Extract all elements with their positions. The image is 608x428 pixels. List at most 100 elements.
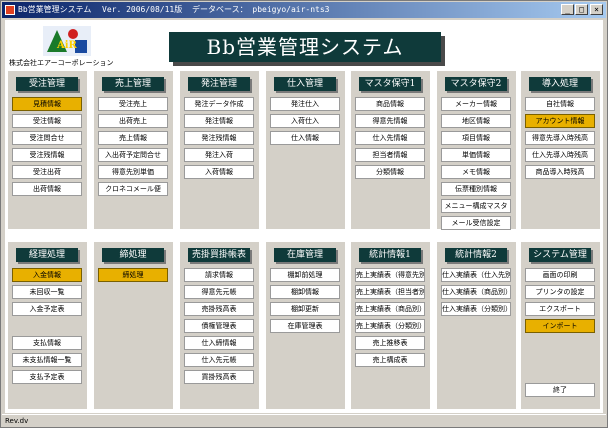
menu-button[interactable]: 入金予定表 [12, 302, 82, 316]
menu-button[interactable]: 仕入実績表（仕入先別） [441, 268, 511, 282]
app-icon[interactable] [5, 5, 15, 15]
database-label: データベース： pbeigyo/air-nts3 [192, 5, 330, 14]
panel-heading: 統計情報1 [359, 248, 421, 262]
menu-button[interactable]: メール受信設定 [441, 216, 511, 230]
menu-button[interactable]: 入金情報 [12, 268, 82, 282]
panel-heading: 経理処理 [16, 248, 78, 262]
panel-bottom-3: 在庫管理棚卸前処理棚卸情報棚卸更新在庫管理表 [266, 242, 345, 409]
menu-button[interactable]: 仕入先導入時残高 [525, 148, 595, 162]
menu-button[interactable]: 項目情報 [441, 131, 511, 145]
menu-button[interactable]: プリンタの設定 [525, 285, 595, 299]
menu-button[interactable]: 発注情報 [184, 114, 254, 128]
menu-button[interactable]: 買掛残高表 [184, 370, 254, 384]
menu-button[interactable]: アカウント情報 [525, 114, 595, 128]
menu-button[interactable]: 受注出荷 [12, 165, 82, 179]
menu-button[interactable]: 債権管理表 [184, 319, 254, 333]
panel-bottom-4: 統計情報1 売上実績表（得意先別） 売上実績表（担当者別） 売上実績表（商品別） 売上実… [351, 242, 430, 409]
title-bar[interactable]: Bb営業管理システム Ver. 2006/08/11版 データベース： pbei… [2, 2, 606, 18]
menu-button[interactable]: 売上推移表 [355, 336, 425, 350]
menu-button[interactable]: 仕入締情報 [184, 336, 254, 350]
menu-button[interactable]: 単価情報 [441, 148, 511, 162]
company-logo-icon: AiR [43, 26, 91, 56]
panel-heading: 売掛買掛帳表 [188, 248, 250, 262]
menu-button[interactable]: 伝票種別情報 [441, 182, 511, 196]
client-area: AiR 株式会社エアーコーポレーション Bb営業管理システム 受注管理 見積情報受… [5, 20, 603, 413]
menu-button[interactable]: メーカー情報 [441, 97, 511, 111]
menu-button[interactable]: 棚卸情報 [270, 285, 340, 299]
menu-button[interactable]: 締処理 [98, 268, 168, 282]
menu-button[interactable]: 商品情報 [355, 97, 425, 111]
menu-button[interactable]: 商品導入時残高 [525, 165, 595, 179]
menu-button[interactable]: 売上実績表（得意先別） [355, 268, 425, 282]
menu-button[interactable]: 受注残情報 [12, 148, 82, 162]
main-window: Bb営業管理システム Ver. 2006/08/11版 データベース： pbei… [0, 0, 608, 428]
menu-button[interactable]: 画面の印刷 [525, 268, 595, 282]
page-title: Bb営業管理システム [169, 32, 441, 62]
menu-button[interactable]: 入荷仕入 [270, 114, 340, 128]
menu-button[interactable]: メニュー構成マスタ [441, 199, 511, 213]
menu-button[interactable]: 仕入先元帳 [184, 353, 254, 367]
menu-button[interactable]: エクスポート [525, 302, 595, 316]
version-label: Ver. 2006/08/11版 [102, 5, 183, 14]
panel-heading: 在庫管理 [274, 248, 336, 262]
close-button[interactable]: × [590, 4, 603, 15]
menu-button[interactable]: クロネコメール便 [98, 182, 168, 196]
menu-button[interactable]: 得意先情報 [355, 114, 425, 128]
menu-button[interactable]: 仕入情報 [270, 131, 340, 145]
exit-button[interactable]: 終了 [525, 383, 595, 397]
menu-button[interactable]: 棚卸更新 [270, 302, 340, 316]
panel-heading: マスタ保守1 [359, 77, 421, 91]
menu-button[interactable]: 売上実績表（分類別） [355, 319, 425, 333]
menu-button[interactable]: 受注問合せ [12, 131, 82, 145]
menu-button[interactable]: 発注入荷 [184, 148, 254, 162]
menu-button[interactable]: 受注売上 [98, 97, 168, 111]
menu-button[interactable]: 請求情報 [184, 268, 254, 282]
panel-top-1: 売上管理 受注売上 出荷売上 売上情報 入出荷予定問合せ 得意先別単価 クロネコメール便 [94, 71, 173, 229]
menu-button[interactable]: 仕入実績表（分類別） [441, 302, 511, 316]
menu-button[interactable]: インポート [525, 319, 595, 333]
menu-button[interactable]: 発注残情報 [184, 131, 254, 145]
menu-button[interactable]: 得意先元帳 [184, 285, 254, 299]
menu-button[interactable]: 仕入実績表（商品別） [441, 285, 511, 299]
menu-button[interactable]: 得意先導入時残高 [525, 131, 595, 145]
minimize-button[interactable]: _ [561, 4, 574, 15]
panel-bottom-5: 統計情報2 仕入実績表（仕入先別） 仕入実績表（商品別） 仕入実績表（分類別） [437, 242, 516, 409]
panel-top-5: マスタ保守2 メーカー情報 地区情報項目情報単価情報メモ情報伝票種別情報 メニュー構成… [437, 71, 516, 230]
menu-button[interactable]: 自社情報 [525, 97, 595, 111]
menu-button[interactable]: 支払予定表 [12, 370, 82, 384]
panel-heading: マスタ保守2 [445, 77, 507, 91]
menu-button[interactable]: 入荷情報 [184, 165, 254, 179]
menu-button[interactable]: 得意先別単価 [98, 165, 168, 179]
menu-button[interactable]: 地区情報 [441, 114, 511, 128]
menu-button[interactable]: 出荷売上 [98, 114, 168, 128]
menu-button[interactable]: 売上実績表（商品別） [355, 302, 425, 316]
panel-heading: 統計情報2 [445, 248, 507, 262]
panel-top-0: 受注管理見積情報受注情報受注問合せ受注残情報受注出荷出荷情報 [8, 71, 87, 229]
menu-button[interactable]: 在庫管理表 [270, 319, 340, 333]
menu-button[interactable]: 発注データ作成 [184, 97, 254, 111]
menu-button[interactable]: 売掛残高表 [184, 302, 254, 316]
panel-bottom-1: 締処理 締処理 [94, 242, 173, 409]
panel-bottom-6: システム管理 画面の印刷 プリンタの設定 エクスポート インポート 終了 [521, 242, 600, 409]
menu-button[interactable]: 売上構成表 [355, 353, 425, 367]
menu-button[interactable]: 分類情報 [355, 165, 425, 179]
menu-button[interactable]: 発注仕入 [270, 97, 340, 111]
menu-button[interactable]: 担当者情報 [355, 148, 425, 162]
menu-button[interactable]: 出荷情報 [12, 182, 82, 196]
panel-heading: 導入処理 [529, 77, 591, 91]
menu-button[interactable]: 棚卸前処理 [270, 268, 340, 282]
svg-text:AiR: AiR [56, 40, 78, 51]
menu-button[interactable]: 未回収一覧 [12, 285, 82, 299]
menu-button[interactable]: 売上情報 [98, 131, 168, 145]
menu-button[interactable]: 支払情報 [12, 336, 82, 350]
menu-button[interactable]: メモ情報 [441, 165, 511, 179]
menu-button[interactable]: 入出荷予定問合せ [98, 148, 168, 162]
maximize-button[interactable]: □ [575, 4, 588, 15]
menu-button[interactable]: 見積情報 [12, 97, 82, 111]
menu-button[interactable]: 受注情報 [12, 114, 82, 128]
menu-button[interactable]: 未支払情報一覧 [12, 353, 82, 367]
panel-heading: 仕入管理 [274, 77, 336, 91]
menu-button[interactable]: 売上実績表（担当者別） [355, 285, 425, 299]
panel-heading: 受注管理 [16, 77, 78, 91]
menu-button[interactable]: 仕入先情報 [355, 131, 425, 145]
